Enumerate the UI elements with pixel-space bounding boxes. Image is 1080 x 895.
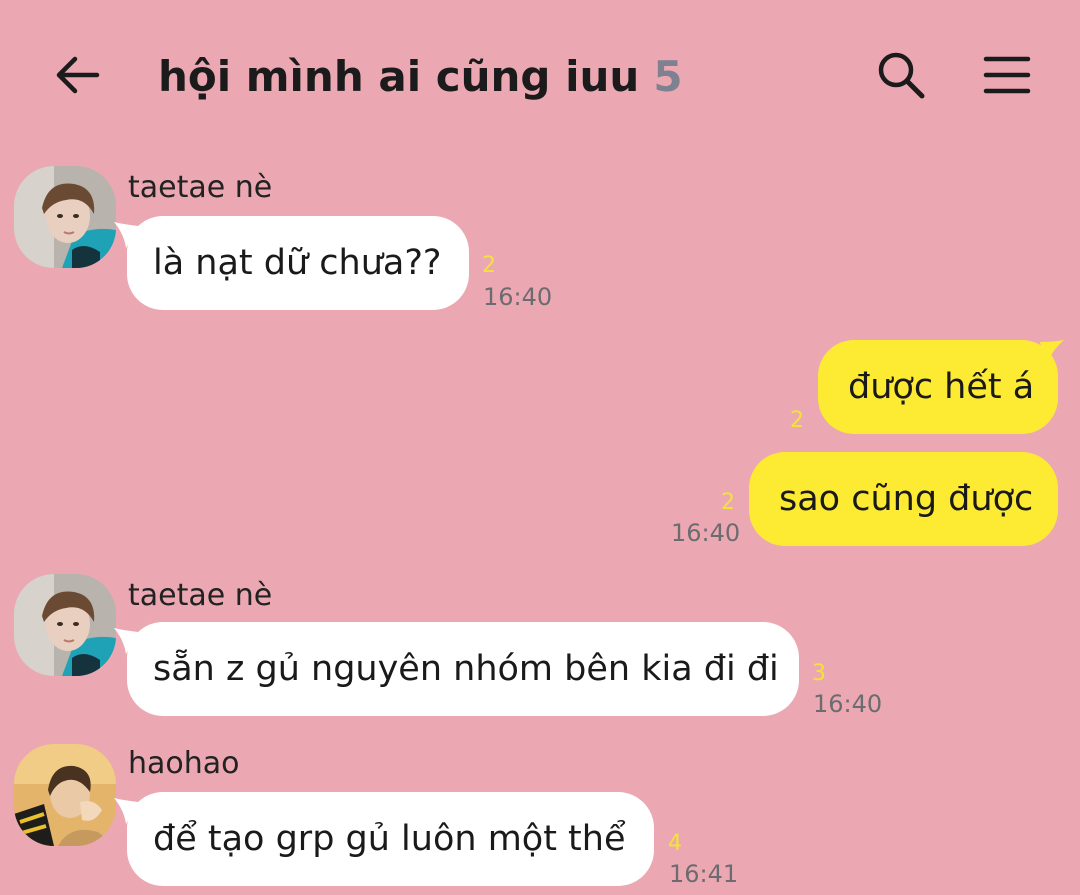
message-bubble[interactable]: để tạo grp gủ luôn một thể: [127, 792, 654, 886]
message-bubble[interactable]: sao cũng được: [749, 452, 1058, 546]
search-icon: [878, 52, 925, 99]
message-time: 16:40: [813, 690, 883, 718]
avatar-haohao[interactable]: [14, 744, 116, 846]
message-text: được hết á: [848, 367, 1035, 407]
profile-photo-icon: [14, 166, 116, 268]
message-time: 16:40: [671, 519, 741, 547]
unread-count: 2: [790, 408, 804, 433]
hamburger-menu-icon: [983, 56, 1031, 94]
avatar-taetae[interactable]: [14, 574, 116, 676]
message-text: sẵn z gủ nguyên nhóm bên kia đi đi: [153, 649, 779, 689]
profile-photo-icon: [14, 744, 116, 846]
chat-title: hội mình ai cũng iuu: [158, 51, 640, 101]
menu-button[interactable]: [978, 46, 1036, 104]
bubble-tail: [114, 798, 138, 824]
search-button[interactable]: [872, 46, 930, 104]
avatar-taetae[interactable]: [14, 166, 116, 268]
sender-name: taetae nè: [128, 578, 273, 613]
unread-count: 2: [482, 253, 496, 278]
unread-count: 4: [668, 831, 682, 856]
message-bubble[interactable]: là nạt dữ chưa??: [127, 216, 469, 310]
message-bubble[interactable]: được hết á: [818, 340, 1058, 434]
message-text: là nạt dữ chưa??: [153, 243, 442, 283]
message-time: 16:40: [483, 283, 553, 311]
member-count: 5: [653, 51, 683, 101]
arrow-left-icon: [56, 56, 100, 94]
chat-title-area: hội mình ai cũng iuu 5: [158, 48, 683, 104]
unread-count: 2: [721, 490, 735, 515]
unread-count: 3: [812, 661, 826, 686]
bubble-tail: [114, 222, 138, 248]
message-bubble[interactable]: sẵn z gủ nguyên nhóm bên kia đi đi: [127, 622, 799, 716]
sender-name: haohao: [128, 746, 240, 781]
sender-name: taetae nè: [128, 170, 273, 205]
profile-photo-icon: [14, 574, 116, 676]
message-text: để tạo grp gủ luôn một thể: [153, 819, 626, 859]
message-text: sao cũng được: [779, 479, 1034, 519]
message-time: 16:41: [669, 860, 739, 888]
back-button[interactable]: [50, 48, 104, 102]
bubble-tail: [114, 628, 138, 654]
bubble-tail: [1040, 340, 1064, 366]
